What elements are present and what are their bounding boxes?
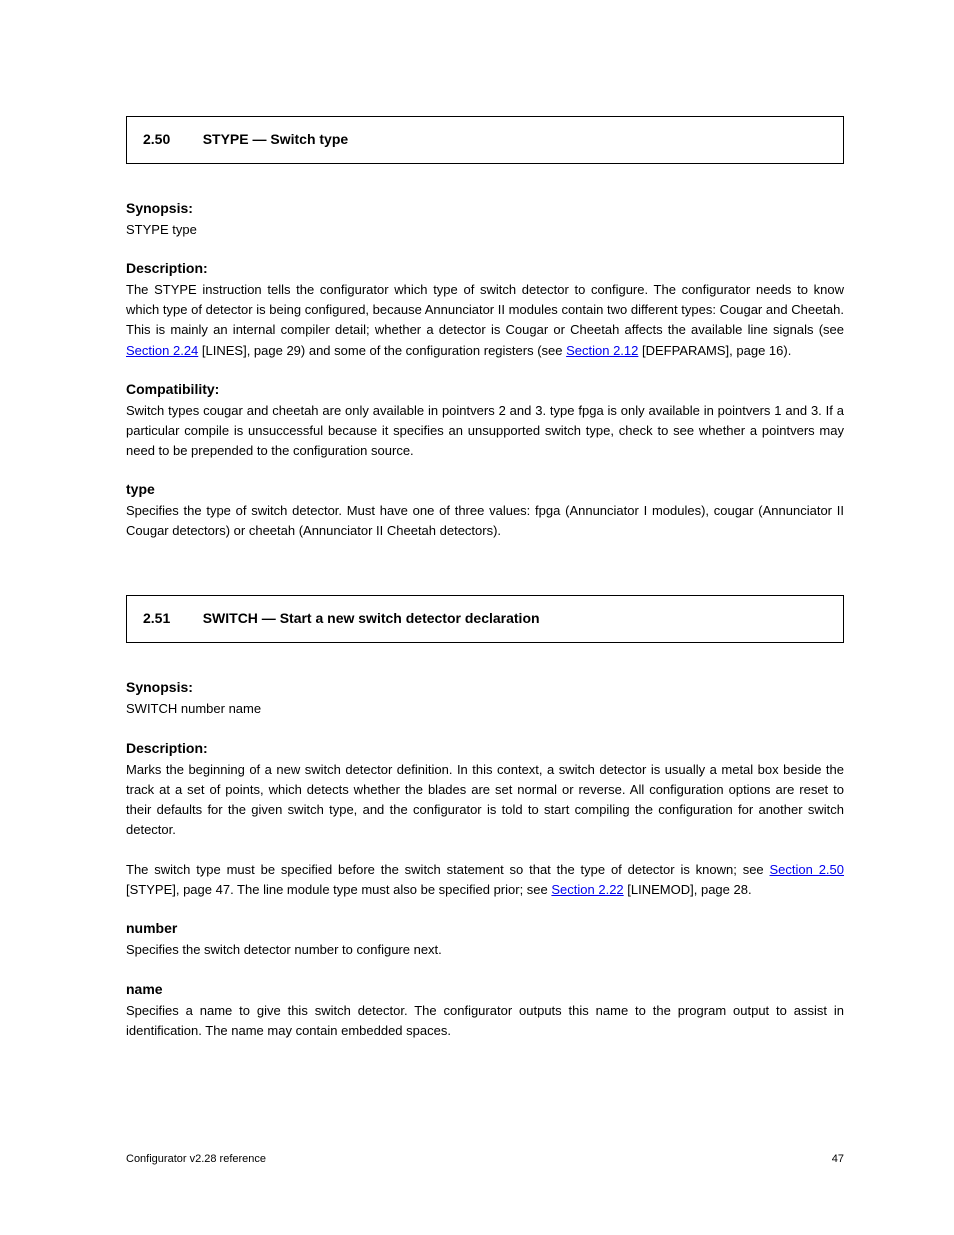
cross-reference-link[interactable]: Section 2.22 [551, 882, 623, 897]
section-number: 2.50 [143, 131, 170, 147]
arg-name-text: Specifies a name to give this switch det… [126, 1001, 844, 1041]
section-title: STYPE — Switch type [203, 131, 348, 147]
arg-number-label: number [126, 920, 844, 936]
synopsis-code: STYPE type [126, 220, 844, 240]
description-text-1: Marks the beginning of a new switch dete… [126, 760, 844, 841]
footer-left: Configurator v2.28 reference [126, 1153, 266, 1165]
description-label: Description: [126, 260, 844, 276]
cross-reference-link[interactable]: Section 2.12 [566, 343, 638, 358]
page-footer: Configurator v2.28 reference 47 [126, 1153, 844, 1165]
section-number: 2.51 [143, 610, 170, 626]
arg-name-label: name [126, 981, 844, 997]
cross-reference-link[interactable]: Section 2.24 [126, 343, 198, 358]
compatibility-label: Compatibility: [126, 381, 844, 397]
synopsis-label: Synopsis: [126, 679, 844, 695]
synopsis-code: SWITCH number name [126, 699, 844, 719]
section-heading-stype: 2.50 STYPE — Switch type [126, 116, 844, 164]
section-heading-switch: 2.51 SWITCH — Start a new switch detecto… [126, 595, 844, 643]
document-page: 2.50 STYPE — Switch type Synopsis: STYPE… [0, 0, 954, 1041]
cross-reference-link[interactable]: Section 2.50 [770, 862, 845, 877]
arg-type-label: type [126, 481, 844, 497]
description-label: Description: [126, 740, 844, 756]
description-text: The STYPE instruction tells the configur… [126, 280, 844, 361]
arg-type-text: Specifies the type of switch detector. M… [126, 501, 844, 541]
synopsis-label: Synopsis: [126, 200, 844, 216]
footer-right: 47 [832, 1153, 844, 1165]
description-text-2: The switch type must be specified before… [126, 860, 844, 900]
arg-number-text: Specifies the switch detector number to … [126, 940, 844, 960]
section-title: SWITCH — Start a new switch detector dec… [203, 610, 540, 626]
compatibility-text: Switch types cougar and cheetah are only… [126, 401, 844, 461]
